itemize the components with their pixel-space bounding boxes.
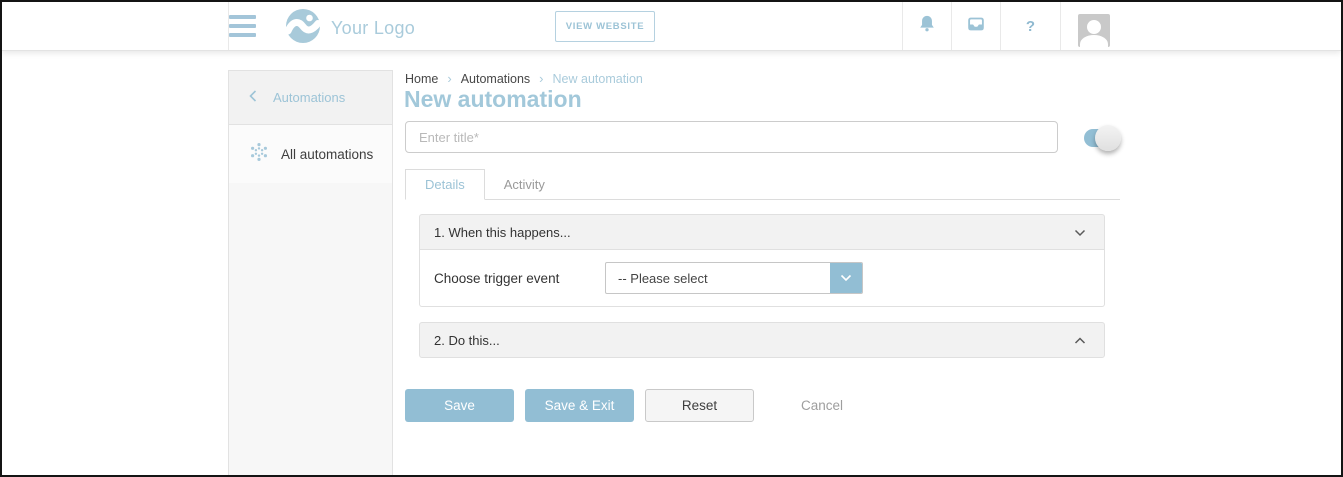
page-title: New automation	[404, 86, 582, 113]
title-input[interactable]	[405, 121, 1058, 153]
reset-button[interactable]: Reset	[645, 389, 754, 422]
logo-link[interactable]: Your Logo	[285, 8, 415, 49]
inbox-icon	[965, 13, 987, 40]
section-do-this[interactable]: 2. Do this...	[419, 322, 1105, 358]
save-button[interactable]: Save	[405, 389, 514, 422]
breadcrumb-home[interactable]: Home	[405, 72, 438, 86]
view-website-button[interactable]: VIEW WEBSITE	[555, 11, 655, 42]
tab-bar: Details Activity	[405, 169, 1120, 200]
chevron-up-icon	[1074, 333, 1086, 348]
inbox-button[interactable]	[951, 2, 1000, 50]
sidebar-title: Automations	[273, 90, 345, 105]
notifications-button[interactable]	[902, 2, 951, 50]
avatar-person-icon	[1087, 20, 1101, 34]
toggle-knob	[1095, 125, 1121, 151]
help-icon: ?	[1026, 18, 1035, 35]
bell-icon	[916, 13, 938, 40]
help-button[interactable]: ?	[1000, 2, 1060, 50]
sidebar-header-automations[interactable]: Automations	[229, 71, 392, 125]
logo-text: Your Logo	[331, 18, 415, 39]
trigger-event-select[interactable]: -- Please select	[605, 262, 863, 294]
hamburger-menu-icon[interactable]	[229, 15, 256, 37]
breadcrumb: Home › Automations › New automation	[405, 71, 643, 86]
snowflake-dots-icon	[249, 142, 269, 167]
sidebar-item-label: All automations	[281, 147, 373, 162]
tab-activity[interactable]: Activity	[485, 169, 564, 200]
select-value: -- Please select	[606, 263, 830, 293]
top-header: Your Logo VIEW WEBSITE ?	[2, 2, 1341, 50]
section-heading: 2. Do this...	[434, 333, 500, 348]
breadcrumb-current: New automation	[553, 72, 643, 86]
app-window: Your Logo VIEW WEBSITE ?	[0, 0, 1343, 477]
trigger-section-body: Choose trigger event -- Please select	[419, 250, 1105, 307]
action-buttons: Save Save & Exit Reset Cancel	[405, 389, 843, 422]
section-when-this-happens[interactable]: 1. When this happens...	[419, 214, 1105, 250]
chevron-left-icon	[249, 89, 257, 107]
tab-details[interactable]: Details	[405, 169, 485, 200]
select-dropdown-button[interactable]	[830, 263, 862, 293]
save-exit-button[interactable]: Save & Exit	[525, 389, 634, 422]
trigger-event-label: Choose trigger event	[434, 271, 605, 286]
sidebar: Automations All automations	[228, 70, 393, 475]
chevron-right-icon: ›	[539, 71, 543, 86]
chevron-right-icon: ›	[447, 71, 451, 86]
active-toggle[interactable]	[1084, 129, 1120, 147]
breadcrumb-automations[interactable]: Automations	[461, 72, 530, 86]
logo-image-icon	[285, 8, 321, 49]
chevron-down-icon	[840, 274, 852, 282]
user-avatar[interactable]	[1078, 14, 1110, 47]
header-divider	[1060, 2, 1061, 50]
sidebar-item-all-automations[interactable]: All automations	[229, 125, 392, 183]
cancel-button[interactable]: Cancel	[801, 389, 843, 422]
chevron-down-icon	[1074, 225, 1086, 240]
section-heading: 1. When this happens...	[434, 225, 571, 240]
